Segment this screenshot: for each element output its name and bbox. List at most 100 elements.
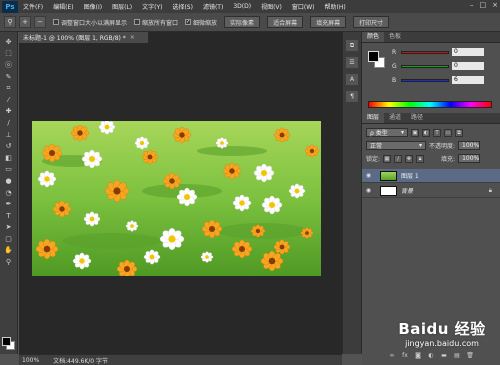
tab-swatches[interactable]: 色板 — [384, 32, 406, 42]
foreground-color-swatch[interactable] — [368, 51, 379, 62]
resize-windows-checkbox[interactable]: 调整窗口大小以满屏显示 — [53, 18, 127, 27]
zoom-tool-icon[interactable]: ⚲ — [3, 257, 15, 267]
eye-icon[interactable]: ◉ — [362, 172, 375, 179]
checkbox-box[interactable] — [134, 19, 141, 25]
close-tab-icon[interactable]: × — [130, 34, 135, 41]
lasso-tool-icon[interactable]: ⓞ — [3, 60, 15, 70]
close-icon[interactable]: × — [492, 1, 498, 9]
zoom-level[interactable]: 100% — [22, 357, 39, 364]
hand-tool-icon[interactable]: ✋ — [3, 245, 15, 255]
lock-icon[interactable]: 🔒︎ — [489, 187, 492, 195]
menu-select[interactable]: 选择(S) — [167, 2, 198, 11]
green-value-field[interactable]: 0 — [452, 62, 484, 70]
blur-tool-icon[interactable]: ● — [3, 176, 15, 186]
eraser-tool-icon[interactable]: ◧ — [3, 153, 15, 163]
adjustment-filter-icon[interactable]: ◐ — [422, 128, 430, 137]
menu-help[interactable]: 帮助(H) — [320, 2, 351, 11]
red-value-field[interactable]: 0 — [452, 48, 484, 56]
quick-select-tool-icon[interactable]: ✎ — [3, 72, 15, 82]
menu-edit[interactable]: 编辑(E) — [48, 2, 78, 11]
healing-brush-icon[interactable]: ✚ — [3, 106, 15, 116]
layer-mask-icon[interactable]: ◙ — [414, 352, 422, 360]
checkmark-icon[interactable]: ✓ — [185, 19, 192, 25]
layer-name[interactable]: 图层 1 — [401, 171, 419, 180]
paragraph-panel-icon[interactable]: ¶ — [346, 91, 358, 102]
character-panel-icon[interactable]: A — [346, 74, 358, 85]
adjustment-layer-icon[interactable]: ◐ — [427, 352, 435, 360]
group-folder-icon[interactable]: ▬ — [440, 352, 448, 360]
marquee-tool-icon[interactable]: ⬚ — [3, 48, 15, 58]
smart-object-filter-icon[interactable]: ⧉ — [455, 128, 463, 137]
path-select-icon[interactable]: ➤ — [3, 222, 15, 232]
menu-image[interactable]: 图像(I) — [79, 2, 107, 11]
document-info[interactable]: 文档:449.6K/0 字节 — [53, 356, 108, 365]
menu-file[interactable]: 文件(F) — [18, 2, 48, 11]
crop-tool-icon[interactable]: ⌗ — [3, 83, 15, 93]
layer-filter-select[interactable]: ρ 类型 ▾ — [366, 128, 408, 137]
type-tool-icon[interactable]: T — [3, 211, 15, 221]
menu-view[interactable]: 视图(V) — [256, 2, 287, 11]
zoom-all-windows-checkbox[interactable]: 缩放所有窗口 — [134, 18, 178, 27]
lock-position-icon[interactable]: ✥ — [405, 154, 414, 163]
foreground-color-swatch[interactable] — [2, 337, 11, 346]
tab-color[interactable]: 颜色 — [362, 32, 385, 42]
print-size-button[interactable]: 打印尺寸 — [353, 16, 390, 28]
pen-tool-icon[interactable]: ✒ — [3, 199, 15, 209]
document-tab[interactable]: 未标题-1 @ 100% (图层 1, RGB/8) * × — [19, 32, 149, 43]
menu-window[interactable]: 窗口(W) — [287, 2, 320, 11]
zoom-out-icon[interactable]: − — [34, 16, 46, 28]
fit-screen-button[interactable]: 适合屏幕 — [267, 16, 304, 28]
type-filter-icon[interactable]: T — [433, 128, 441, 137]
scrubby-zoom-checkbox[interactable]: ✓ 细微缩放 — [185, 18, 217, 27]
red-track[interactable] — [401, 50, 449, 54]
shape-filter-icon[interactable]: ▭ — [444, 128, 452, 137]
link-layers-icon[interactable]: ∞ — [388, 352, 396, 360]
shape-tool-icon[interactable]: ▢ — [3, 234, 15, 244]
color-spectrum-bar[interactable] — [368, 101, 492, 108]
image-canvas[interactable] — [32, 121, 321, 276]
layer-style-icon[interactable]: fx — [401, 352, 409, 360]
history-panel-icon[interactable]: ⧉ — [346, 40, 358, 51]
red-slider[interactable]: R 0 — [392, 47, 496, 57]
layer-row-layer1[interactable]: ◉ 图层 1 — [362, 169, 500, 183]
dodge-tool-icon[interactable]: ◔ — [3, 188, 15, 198]
history-brush-icon[interactable]: ↺ — [3, 141, 15, 151]
actual-pixels-button[interactable]: 实际像素 — [224, 16, 261, 28]
green-track[interactable] — [401, 64, 449, 68]
zoom-in-icon[interactable]: + — [19, 16, 31, 28]
tab-paths[interactable]: 路径 — [406, 113, 428, 123]
lock-transparent-icon[interactable]: ▦ — [383, 154, 392, 163]
lock-all-icon[interactable]: 🔒︎ — [416, 154, 425, 163]
menu-3d[interactable]: 3D(D) — [228, 3, 256, 10]
fill-screen-button[interactable]: 填充屏幕 — [310, 16, 347, 28]
maximize-icon[interactable]: □ — [480, 1, 487, 9]
opacity-field[interactable]: 100% — [458, 141, 481, 150]
layer-row-background[interactable]: ◉ 背景 🔒︎ — [362, 184, 500, 198]
fill-field[interactable]: 100% — [458, 154, 481, 163]
eye-icon[interactable]: ◉ — [362, 187, 375, 194]
delete-layer-icon[interactable]: 🗑︎ — [466, 352, 474, 360]
blue-track[interactable] — [401, 78, 449, 82]
layer-name[interactable]: 背景 — [401, 186, 413, 195]
blue-slider[interactable]: B 6 — [392, 75, 496, 85]
checkbox-box[interactable] — [53, 19, 59, 25]
menu-filter[interactable]: 滤镜(T) — [198, 2, 228, 11]
eyedropper-tool-icon[interactable]: ⁄ — [3, 95, 15, 105]
blue-value-field[interactable]: 6 — [452, 76, 484, 84]
gradient-tool-icon[interactable]: ▭ — [3, 164, 15, 174]
tab-layers[interactable]: 图层 — [362, 113, 385, 123]
color-swatches[interactable] — [2, 337, 16, 351]
lock-brush-icon[interactable]: ∕ — [394, 154, 403, 163]
clone-stamp-icon[interactable]: ⊥ — [3, 130, 15, 140]
blend-mode-select[interactable]: 正常 ▾ — [366, 141, 426, 150]
properties-panel-icon[interactable]: ☰ — [346, 57, 358, 68]
move-tool-icon[interactable]: ✥ — [3, 37, 15, 47]
tab-channels[interactable]: 通道 — [384, 113, 406, 123]
zoom-tool-icon[interactable]: ⚲ — [4, 16, 16, 28]
minimize-icon[interactable]: – — [470, 1, 474, 9]
brush-tool-icon[interactable]: ∕ — [3, 118, 15, 128]
new-layer-icon[interactable]: ▤ — [453, 352, 461, 360]
pixel-filter-icon[interactable]: ▣ — [411, 128, 419, 137]
green-slider[interactable]: G 0 — [392, 61, 496, 71]
menu-type[interactable]: 文字(Y) — [137, 2, 167, 11]
